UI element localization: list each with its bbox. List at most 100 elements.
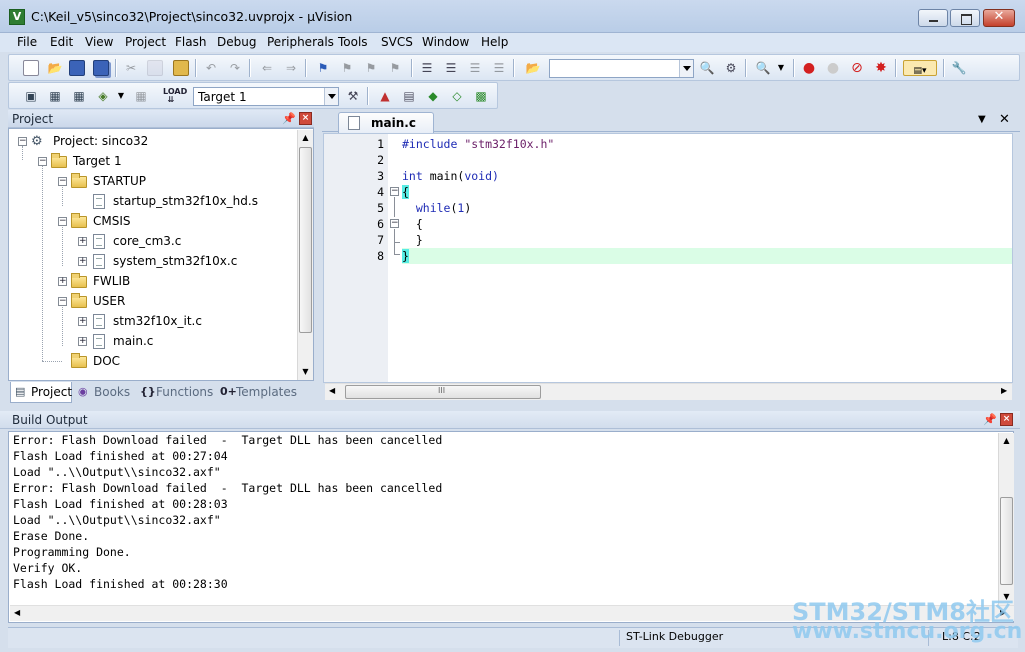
scroll-thumb[interactable]	[1000, 497, 1013, 585]
insert-breakpoint-icon[interactable]: ●	[801, 60, 817, 76]
tab-templates[interactable]: 0+ Templates	[216, 382, 300, 403]
copy-icon[interactable]	[147, 60, 163, 76]
redo-icon[interactable]: ↷	[227, 60, 243, 76]
collapse-icon[interactable]: −	[58, 297, 67, 306]
expand-icon[interactable]: +	[78, 317, 87, 326]
select-packs-icon[interactable]: ▤	[401, 88, 417, 104]
batch-build-icon[interactable]: ◈	[95, 88, 111, 104]
prev-bookmark-icon[interactable]: ⚑	[339, 60, 355, 76]
debug-session-icon[interactable]: 🔍	[755, 60, 771, 76]
menu-edit[interactable]: Edit	[50, 35, 73, 49]
expand-icon[interactable]: +	[78, 337, 87, 346]
rebuild-icon[interactable]: ▦	[71, 88, 87, 104]
tree-project-root[interactable]: − ⚙ Project: sinco32	[9, 132, 299, 150]
scroll-left-icon[interactable]: ◀	[329, 386, 335, 395]
pin-icon[interactable]: 📌	[282, 112, 296, 125]
menu-debug[interactable]: Debug	[217, 35, 256, 49]
scroll-up-icon[interactable]: ▲	[298, 130, 313, 146]
bookmark-icon[interactable]: ⚑	[315, 60, 331, 76]
scroll-thumb[interactable]	[299, 147, 312, 333]
tab-list-chevron-down-icon[interactable]: ▼	[978, 114, 986, 125]
collapse-icon[interactable]: −	[18, 137, 27, 146]
tree-group-startup[interactable]: − STARTUP	[9, 172, 299, 190]
close-panel-icon[interactable]: ×	[299, 112, 312, 125]
next-bookmark-icon[interactable]: ⚑	[363, 60, 379, 76]
navigate-forward-icon[interactable]: ⇒	[283, 60, 299, 76]
download-load-icon[interactable]: LOAD ⇊	[163, 88, 187, 104]
window-layout-button[interactable]: ▤▾	[903, 60, 937, 76]
close-button[interactable]: ✕	[983, 9, 1015, 27]
build-output-vscrollbar[interactable]: ▲ ▼	[998, 433, 1014, 605]
menu-peripherals[interactable]: Peripherals	[267, 35, 334, 49]
indent-icon[interactable]: ☰	[419, 60, 435, 76]
tab-books[interactable]: ◉ Books	[74, 382, 132, 403]
translate-icon[interactable]: ▣	[23, 88, 39, 104]
collapse-icon[interactable]: −	[38, 157, 47, 166]
configuration-wrench-icon[interactable]: 🔧	[951, 60, 967, 76]
menu-file[interactable]: File	[17, 35, 37, 49]
open-folder-icon[interactable]: 📂	[47, 60, 63, 76]
save-icon[interactable]	[69, 60, 85, 76]
incremental-find-icon[interactable]: ⚙	[723, 60, 739, 76]
tab-project[interactable]: ▤ Project	[10, 382, 72, 403]
menu-window[interactable]: Window	[422, 35, 469, 49]
manage-project-items-icon[interactable]: ▲	[377, 88, 393, 104]
code-editor[interactable]: − − 1 2 3 4 5 6 7 8 #include "stm32f10x.…	[323, 133, 1013, 400]
tab-main-c[interactable]: main.c	[338, 112, 434, 133]
tree-file[interactable]: + system_stm32f10x.c	[9, 252, 299, 270]
disable-all-breakpoints-icon[interactable]: ⊘	[849, 60, 865, 76]
tree-file[interactable]: + main.c	[9, 332, 299, 350]
clear-bookmarks-icon[interactable]: ⚑	[387, 60, 403, 76]
unindent-icon[interactable]: ☰	[443, 60, 459, 76]
manage-rte-icon[interactable]: ◆	[425, 88, 441, 104]
minimize-button[interactable]	[918, 9, 948, 27]
uncomment-icon[interactable]: ☰	[491, 60, 507, 76]
fold-collapse-icon[interactable]: −	[390, 187, 399, 196]
cut-icon[interactable]: ✂	[123, 60, 139, 76]
menu-svcs[interactable]: SVCS	[381, 35, 413, 49]
expand-icon[interactable]: +	[78, 237, 87, 246]
target-select[interactable]: Target 1	[193, 87, 339, 106]
target-options-icon[interactable]: ⚒	[345, 88, 361, 104]
tree-group-fwlib[interactable]: + FWLIB	[9, 272, 299, 290]
chevron-down-icon[interactable]: ▼	[113, 88, 129, 104]
disable-breakpoint-icon[interactable]: ●	[825, 60, 841, 76]
tree-group-user[interactable]: − USER	[9, 292, 299, 310]
close-panel-icon[interactable]: ×	[1000, 413, 1013, 426]
tree-group-cmsis[interactable]: − CMSIS	[9, 212, 299, 230]
menu-view[interactable]: View	[85, 35, 113, 49]
scroll-up-icon[interactable]: ▲	[999, 433, 1014, 449]
menu-flash[interactable]: Flash	[175, 35, 206, 49]
scroll-down-icon[interactable]: ▼	[298, 364, 313, 380]
collapse-icon[interactable]: −	[58, 177, 67, 186]
close-tab-icon[interactable]: ✕	[999, 112, 1010, 127]
scroll-right-icon[interactable]: ▶	[1001, 386, 1007, 395]
paste-icon[interactable]	[173, 60, 189, 76]
maximize-button[interactable]	[950, 9, 980, 27]
comment-icon[interactable]: ☰	[467, 60, 483, 76]
project-tree-scrollbar[interactable]: ▲ ▼	[297, 130, 313, 380]
find-in-files-icon[interactable]: 📂	[525, 60, 541, 76]
tree-file[interactable]: startup_stm32f10x_hd.s	[9, 192, 299, 210]
chevron-down-icon[interactable]	[324, 88, 338, 105]
fold-collapse-icon[interactable]: −	[390, 219, 399, 228]
undo-icon[interactable]: ↶	[203, 60, 219, 76]
tree-file[interactable]: + stm32f10x_it.c	[9, 312, 299, 330]
pin-icon[interactable]: 📌	[983, 413, 997, 426]
stop-build-icon[interactable]: ▦	[133, 88, 149, 104]
pack-installer-icon[interactable]: ◇	[449, 88, 465, 104]
collapse-icon[interactable]: −	[58, 217, 67, 226]
expand-icon[interactable]: +	[78, 257, 87, 266]
scroll-left-icon[interactable]: ◀	[14, 608, 20, 617]
chevron-down-icon[interactable]: ▼	[773, 60, 789, 76]
chevron-down-icon[interactable]	[679, 60, 693, 77]
menu-tools[interactable]: Tools	[338, 35, 368, 49]
tab-functions[interactable]: {} Functions	[136, 382, 213, 403]
find-combo[interactable]	[549, 59, 694, 78]
tree-group-doc[interactable]: DOC	[9, 352, 299, 370]
editor-hscrollbar[interactable]: ◀ III ▶	[325, 383, 1012, 400]
tree-target[interactable]: − Target 1	[9, 152, 299, 170]
menu-project[interactable]: Project	[125, 35, 166, 49]
expand-icon[interactable]: +	[58, 277, 67, 286]
multi-project-icon[interactable]: ▩	[473, 88, 489, 104]
